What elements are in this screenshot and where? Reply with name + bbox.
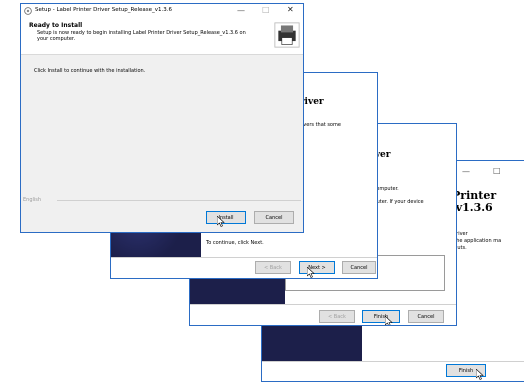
maximize-button[interactable]: □ xyxy=(262,5,270,14)
mouse-cursor-icon xyxy=(476,369,484,380)
finish-button[interactable]: Finish xyxy=(362,310,400,323)
install-button[interactable]: Install xyxy=(206,211,246,224)
minimize-icon[interactable]: — xyxy=(462,167,470,176)
mouse-cursor-icon xyxy=(385,316,393,325)
mouse-cursor-icon xyxy=(307,267,315,278)
ready-to-install-window: Setup - Label Printer Driver Setup_Relea… xyxy=(20,3,304,233)
separator xyxy=(111,257,377,258)
minimize-button[interactable]: — xyxy=(237,6,245,15)
install-instruction: Click Install to continue with the insta… xyxy=(34,68,146,74)
continue-instruction: To continue, click Next. xyxy=(206,240,264,246)
separator xyxy=(190,304,456,305)
back-button[interactable]: < Back xyxy=(319,310,355,323)
title-bar: Setup - Label Printer Driver Setup_Relea… xyxy=(21,4,303,18)
page-heading: Ready to Install xyxy=(29,22,83,29)
language-label: English xyxy=(23,197,42,203)
cancel-button[interactable]: Cancel xyxy=(342,261,376,274)
footer-separator xyxy=(57,200,301,201)
window-title: Setup - Label Printer Driver Setup_Relea… xyxy=(35,7,173,13)
setup-app-icon xyxy=(24,7,32,15)
maximize-icon[interactable]: □ xyxy=(493,166,501,175)
header-panel: Ready to Install Setup is now ready to b… xyxy=(21,18,303,55)
mouse-cursor-icon xyxy=(217,216,225,227)
separator xyxy=(262,361,524,362)
back-button[interactable]: < Back xyxy=(255,261,291,274)
next-button[interactable]: Next > xyxy=(299,261,335,274)
cancel-button[interactable]: Cancel xyxy=(254,211,294,224)
printer-logo-icon xyxy=(274,22,300,48)
cancel-button[interactable]: Cancel xyxy=(408,310,444,323)
page-subheading: Setup is now ready to begin installing L… xyxy=(37,30,246,42)
close-button[interactable]: ✕ xyxy=(287,5,294,14)
